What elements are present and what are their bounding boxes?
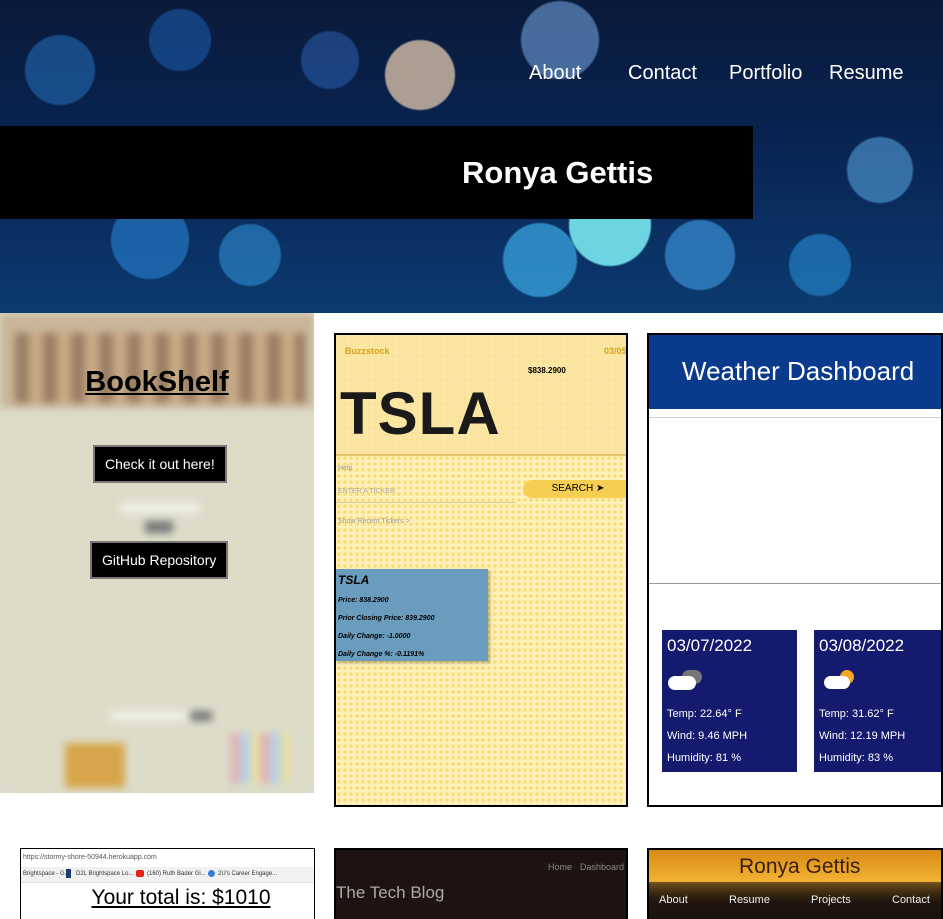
forecast-wind: Wind: 9.46 MPH bbox=[667, 730, 748, 742]
browser-address-bar: https://stormy-shore-50944.herokuapp.com bbox=[21, 849, 314, 867]
panel-price: Price: 838.2900 bbox=[338, 597, 389, 604]
forecast-card: 03/07/2022 Temp: 22.64° F Wind: 9.46 MPH… bbox=[662, 630, 797, 772]
stock-help-link[interactable]: Help bbox=[338, 465, 352, 472]
project-title[interactable]: BookShelf bbox=[0, 366, 314, 399]
nav-contact[interactable]: Contact bbox=[628, 62, 697, 85]
stock-top-price: $838.2900 bbox=[528, 366, 566, 375]
forecast-humidity: Humidity: 83 % bbox=[819, 752, 893, 764]
project-card-techblog[interactable]: Home Dashboard The Tech Blog bbox=[334, 848, 628, 919]
panel-prior: Prior Closing Price: 839.2900 bbox=[338, 615, 435, 622]
search-button[interactable]: SEARCH ➤ bbox=[523, 480, 626, 498]
portfolio-nav-contact[interactable]: Contact bbox=[892, 894, 930, 906]
cart-total: Your total is: $1010 bbox=[91, 886, 271, 909]
bookmark-item[interactable]: 2U's Career Engage... bbox=[218, 871, 277, 877]
forecast-wind: Wind: 12.19 MPH bbox=[819, 730, 906, 742]
stock-date: 03/05/ bbox=[604, 346, 628, 356]
project-card-weather[interactable]: Weather Dashboard 03/07/2022 Temp: 22.64… bbox=[647, 333, 943, 807]
page-title: Ronya Gettis bbox=[462, 155, 654, 190]
portfolio-nav-resume[interactable]: Resume bbox=[729, 894, 770, 906]
cloud-icon bbox=[668, 670, 702, 690]
browser-url: https://stormy-shore-50944.herokuapp.com bbox=[23, 854, 157, 861]
portfolio-name: Ronya Gettis bbox=[739, 855, 861, 878]
github-repo-button[interactable]: GitHub Repository bbox=[90, 541, 229, 579]
weather-title: Weather Dashboard bbox=[682, 356, 915, 386]
portfolio-nav-projects[interactable]: Projects bbox=[811, 894, 851, 906]
ticker-input[interactable]: ENTER A TICKER bbox=[338, 488, 395, 495]
project-card-portfolio[interactable]: Ronya Gettis About Resume Projects Conta… bbox=[647, 848, 943, 919]
bookmark-item[interactable]: Brightspace - G... bbox=[23, 871, 70, 877]
forecast-humidity: Humidity: 81 % bbox=[667, 752, 741, 764]
live-demo-button[interactable]: Check it out here! bbox=[93, 445, 227, 483]
project-card-bookshelf: BookShelf Check it out here! GitHub Repo… bbox=[0, 313, 314, 793]
project-card-cart[interactable]: https://stormy-shore-50944.herokuapp.com… bbox=[20, 848, 315, 919]
sun-cloud-icon bbox=[824, 670, 858, 690]
bookmark-icon bbox=[66, 869, 71, 878]
bookmark-item[interactable]: (160) Ruth Bader Gi... bbox=[147, 871, 206, 877]
blog-nav-home[interactable]: Home bbox=[548, 862, 572, 872]
blog-nav-dashboard[interactable]: Dashboard bbox=[580, 862, 624, 872]
panel-ticker: TSLA bbox=[338, 573, 370, 587]
stock-brand: Buzzstock bbox=[345, 346, 390, 356]
nav-resume[interactable]: Resume bbox=[829, 62, 903, 85]
panel-change: Daily Change: -1.0000 bbox=[338, 633, 411, 640]
forecast-date: 03/07/2022 bbox=[667, 636, 753, 655]
forecast-temp: Temp: 22.64° F bbox=[667, 708, 742, 720]
forecast-date: 03/08/2022 bbox=[819, 636, 905, 655]
stock-info-panel: TSLA Price: 838.2900 Prior Closing Price… bbox=[336, 569, 488, 661]
portfolio-nav-about[interactable]: About bbox=[659, 894, 688, 906]
youtube-icon bbox=[136, 870, 144, 877]
stock-ticker-heading: TSLA bbox=[340, 380, 501, 447]
hero-banner: About Contact Portfolio Resume Ronya Get… bbox=[0, 0, 943, 313]
nav-about[interactable]: About bbox=[529, 62, 581, 85]
nav-portfolio[interactable]: Portfolio bbox=[729, 62, 802, 85]
panel-change-pct: Daily Change %: -0.1191% bbox=[338, 651, 425, 658]
bookmark-item[interactable]: D2L Brightspace Lo... bbox=[76, 871, 133, 877]
recent-tickers-link[interactable]: Show Recent Tickers > bbox=[338, 518, 410, 525]
forecast-card: 03/08/2022 Temp: 31.62° F Wind: 12.19 MP… bbox=[814, 630, 941, 772]
bookmark-icon bbox=[208, 870, 215, 877]
forecast-temp: Temp: 31.62° F bbox=[819, 708, 894, 720]
project-card-buzzstock[interactable]: Buzzstock 03/05/ $838.2900 TSLA Help ENT… bbox=[334, 333, 628, 807]
blog-title: The Tech Blog bbox=[336, 883, 445, 902]
bookmarks-bar: Brightspace - G... D2L Brightspace Lo...… bbox=[21, 867, 314, 883]
